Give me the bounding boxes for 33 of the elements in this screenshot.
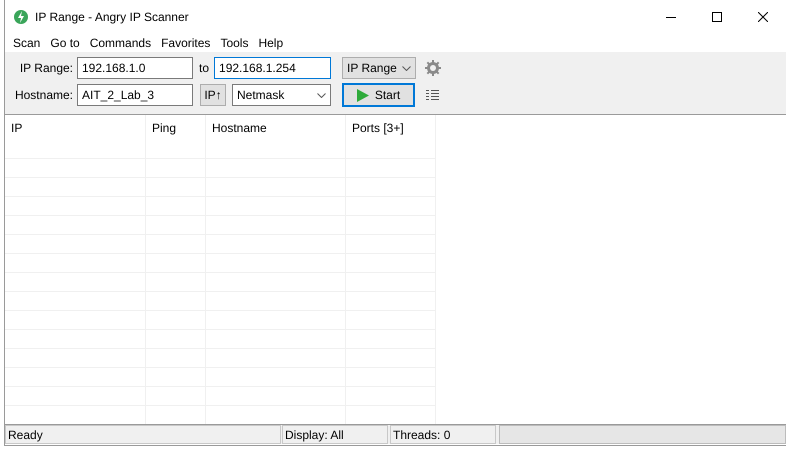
app-icon — [13, 9, 29, 25]
close-icon — [758, 12, 768, 22]
settings-icon[interactable] — [424, 59, 442, 77]
menu-item[interactable]: Tools — [215, 34, 254, 52]
menu-item[interactable]: Favorites — [156, 34, 216, 52]
list-icon[interactable] — [426, 90, 439, 100]
play-icon — [356, 88, 369, 102]
feeder-dropdown[interactable]: IP Range — [342, 57, 416, 79]
start-ip-field[interactable]: 192.168.1.0 — [77, 57, 193, 79]
column-header[interactable]: Ports [3+] — [346, 115, 436, 140]
hostname-label: Hostname: — [14, 87, 73, 104]
chevron-icon — [402, 66, 412, 70]
menu-item[interactable]: Go to — [45, 34, 85, 52]
ip-up-button[interactable]: IP↑ — [200, 84, 226, 106]
maximize-icon — [712, 12, 722, 22]
menu-item[interactable]: Scan — [8, 34, 46, 52]
to-label: to — [199, 60, 210, 77]
hostname-field[interactable]: AIT_2_Lab_3 — [77, 84, 193, 106]
threads-status: Threads: 0 — [390, 425, 496, 444]
column-header[interactable]: Ping — [146, 115, 206, 140]
window-title: IP Range - Angry IP Scanner — [35, 9, 189, 26]
menu-item[interactable]: Help — [253, 34, 288, 52]
end-ip-field[interactable]: 192.168.1.254 — [214, 57, 332, 79]
chevron-icon — [317, 92, 326, 98]
status-text: Ready — [5, 425, 281, 444]
start-button[interactable]: Start — [342, 83, 415, 107]
minimize-icon — [666, 16, 676, 18]
ip-range-label: IP Range: — [19, 60, 73, 77]
column-header[interactable]: IP — [5, 115, 146, 140]
menu-item[interactable]: Commands — [84, 34, 156, 52]
column-header[interactable]: Hostname — [206, 115, 346, 140]
display-status: Display: All — [282, 425, 388, 444]
netmask-dropdown[interactable]: Netmask — [232, 84, 331, 106]
